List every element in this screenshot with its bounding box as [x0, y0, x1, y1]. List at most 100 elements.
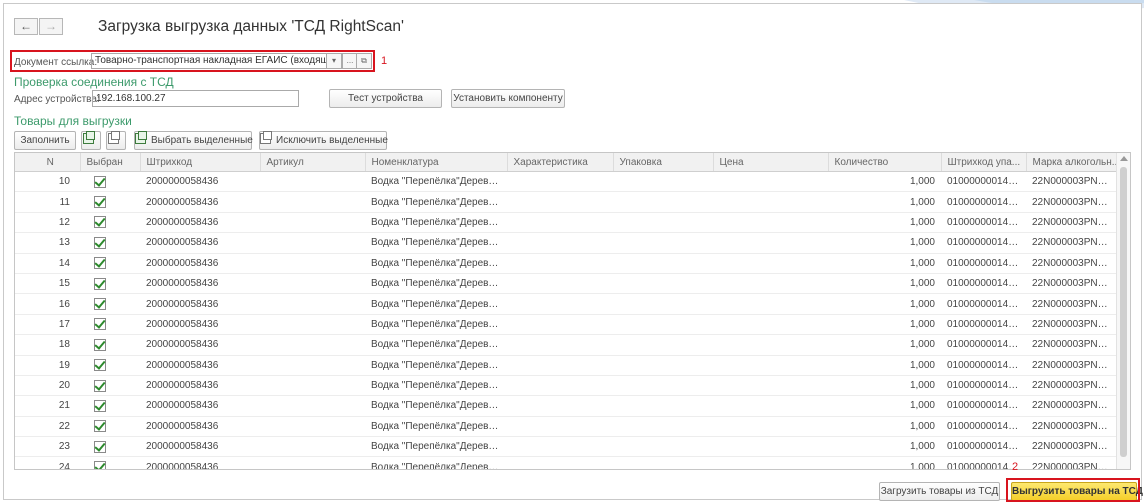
selected-checkbox[interactable]	[94, 257, 106, 270]
selected-checkbox[interactable]	[94, 359, 106, 372]
cell-article[interactable]	[260, 314, 365, 336]
cell-mark[interactable]: 22N000003PNKXIJ...	[1026, 253, 1117, 274]
table-row[interactable]: 21 2000000058436 Водка "Перепёлка"Деревенс…	[15, 395, 1117, 417]
cell-nomenclature[interactable]: Водка "Перепёлка"Деревенск...	[365, 253, 507, 274]
cell-pack-barcode[interactable]: 010000000140...	[941, 314, 1026, 336]
cell-mark[interactable]: 22N000003PNKXIJ...	[1026, 456, 1117, 469]
cell-nomenclature[interactable]: Водка "Перепёлка"Деревенск...	[365, 416, 507, 438]
table-row[interactable]: 23 2000000058436 Водка "Перепёлка"Деревенс…	[15, 436, 1117, 458]
cell-selected[interactable]	[80, 232, 140, 254]
cell-selected[interactable]	[80, 191, 140, 213]
cell-characteristic[interactable]	[507, 273, 613, 295]
cell-article[interactable]	[260, 293, 365, 315]
cell-pack-barcode[interactable]: 010000000140...	[941, 171, 1026, 193]
scroll-up-icon[interactable]	[1120, 156, 1128, 161]
cell-barcode[interactable]: 2000000058436	[140, 253, 260, 274]
cell-mark[interactable]: 22N000003PNKXIJ...	[1026, 232, 1117, 254]
cell-mark[interactable]: 22N000003PNKXIJ...	[1026, 416, 1117, 438]
cell-pack-barcode[interactable]: 010000000140...	[941, 253, 1026, 274]
cell-barcode[interactable]: 2000000058436	[140, 232, 260, 254]
cell-characteristic[interactable]	[507, 171, 613, 193]
cell-package[interactable]	[613, 334, 713, 356]
cell-qty[interactable]: 1,000	[828, 416, 941, 438]
cell-barcode[interactable]: 2000000058436	[140, 314, 260, 336]
load-from-tsd-button[interactable]: Загрузить товары из ТСД	[879, 482, 1000, 501]
cell-article[interactable]	[260, 395, 365, 417]
cell-qty[interactable]: 1,000	[828, 436, 941, 458]
column-header[interactable]: N	[15, 153, 81, 172]
cell-price[interactable]	[713, 375, 828, 397]
cell-article[interactable]	[260, 273, 365, 295]
cell-n[interactable]: 24	[15, 456, 80, 469]
cell-nomenclature[interactable]: Водка "Перепёлка"Деревенск...	[365, 395, 507, 417]
cell-nomenclature[interactable]: Водка "Перепёлка"Деревенск...	[365, 171, 507, 193]
cell-selected[interactable]	[80, 375, 140, 397]
cell-nomenclature[interactable]: Водка "Перепёлка"Деревенск...	[365, 355, 507, 376]
table-row[interactable]: 16 2000000058436 Водка "Перепёлка"Деревенс…	[15, 293, 1117, 315]
cell-characteristic[interactable]	[507, 456, 613, 469]
cell-qty[interactable]: 1,000	[828, 171, 941, 193]
cell-selected[interactable]	[80, 395, 140, 417]
cell-n[interactable]: 13	[15, 232, 80, 254]
cell-barcode[interactable]: 2000000058436	[140, 375, 260, 397]
cell-barcode[interactable]: 2000000058436	[140, 395, 260, 417]
cell-n[interactable]: 16	[15, 293, 80, 315]
cell-barcode[interactable]: 2000000058436	[140, 456, 260, 469]
cell-selected[interactable]	[80, 355, 140, 376]
cell-nomenclature[interactable]: Водка "Перепёлка"Деревенск...	[365, 273, 507, 295]
cell-qty[interactable]: 1,000	[828, 273, 941, 295]
column-header[interactable]: Характеристика	[507, 153, 614, 172]
back-button[interactable]: ←	[14, 18, 38, 35]
cell-article[interactable]	[260, 232, 365, 254]
cell-price[interactable]	[713, 232, 828, 254]
cell-package[interactable]	[613, 232, 713, 254]
cell-mark[interactable]: 22N000003PNKXIJ...	[1026, 436, 1117, 458]
cell-pack-barcode[interactable]: 010000000140...	[941, 416, 1026, 438]
cell-pack-barcode[interactable]: 010000000140...	[941, 355, 1026, 376]
selected-checkbox[interactable]	[94, 420, 106, 433]
cell-barcode[interactable]: 2000000058436	[140, 293, 260, 315]
table-row[interactable]: 15 2000000058436 Водка "Перепёлка"Деревенс…	[15, 273, 1117, 295]
cell-qty[interactable]: 1,000	[828, 395, 941, 417]
cell-price[interactable]	[713, 314, 828, 336]
cell-pack-barcode[interactable]: 010000000140...	[941, 191, 1026, 213]
selected-checkbox[interactable]	[94, 440, 106, 453]
cell-barcode[interactable]: 2000000058436	[140, 171, 260, 193]
cell-characteristic[interactable]	[507, 334, 613, 356]
selected-checkbox[interactable]	[94, 379, 106, 392]
cell-characteristic[interactable]	[507, 395, 613, 417]
selected-checkbox[interactable]	[94, 196, 106, 209]
selected-checkbox[interactable]	[94, 338, 106, 351]
cell-qty[interactable]: 1,000	[828, 456, 941, 469]
cell-article[interactable]	[260, 456, 365, 469]
cell-nomenclature[interactable]: Водка "Перепёлка"Деревенск...	[365, 456, 507, 469]
table-row[interactable]: 11 2000000058436 Водка "Перепёлка"Деревенс…	[15, 191, 1117, 213]
cell-qty[interactable]: 1,000	[828, 334, 941, 356]
table-row[interactable]: 22 2000000058436 Водка "Перепёлка"Деревенс…	[15, 416, 1117, 438]
cell-article[interactable]	[260, 416, 365, 438]
table-row[interactable]: 10 2000000058436 Водка "Перепёлка"Деревенс…	[15, 171, 1117, 193]
cell-n[interactable]: 15	[15, 273, 80, 295]
column-header[interactable]: Артикул	[260, 153, 366, 172]
table-row[interactable]: 14 2000000058436 Водка "Перепёлка"Деревенс…	[15, 253, 1117, 274]
cell-nomenclature[interactable]: Водка "Перепёлка"Деревенск...	[365, 293, 507, 315]
cell-nomenclature[interactable]: Водка "Перепёлка"Деревенск...	[365, 232, 507, 254]
cell-pack-barcode[interactable]: 010000000140...	[941, 212, 1026, 234]
cell-package[interactable]	[613, 416, 713, 438]
selected-checkbox[interactable]	[94, 277, 106, 290]
cell-pack-barcode[interactable]: 010000000140...	[941, 273, 1026, 295]
column-header[interactable]: Количество	[828, 153, 942, 172]
cell-price[interactable]	[713, 191, 828, 213]
cell-qty[interactable]: 1,000	[828, 212, 941, 234]
cell-n[interactable]: 12	[15, 212, 80, 234]
cell-mark[interactable]: 22N000003PNKXIJ...	[1026, 171, 1117, 193]
cell-qty[interactable]: 1,000	[828, 314, 941, 336]
cell-mark[interactable]: 22N000003PNKXIJ...	[1026, 314, 1117, 336]
cell-characteristic[interactable]	[507, 253, 613, 274]
fill-button[interactable]: Заполнить	[14, 131, 76, 150]
cell-package[interactable]	[613, 456, 713, 469]
cell-nomenclature[interactable]: Водка "Перепёлка"Деревенск...	[365, 375, 507, 397]
cell-price[interactable]	[713, 212, 828, 234]
install-component-button[interactable]: Установить компоненту	[451, 89, 565, 108]
cell-n[interactable]: 23	[15, 436, 80, 458]
